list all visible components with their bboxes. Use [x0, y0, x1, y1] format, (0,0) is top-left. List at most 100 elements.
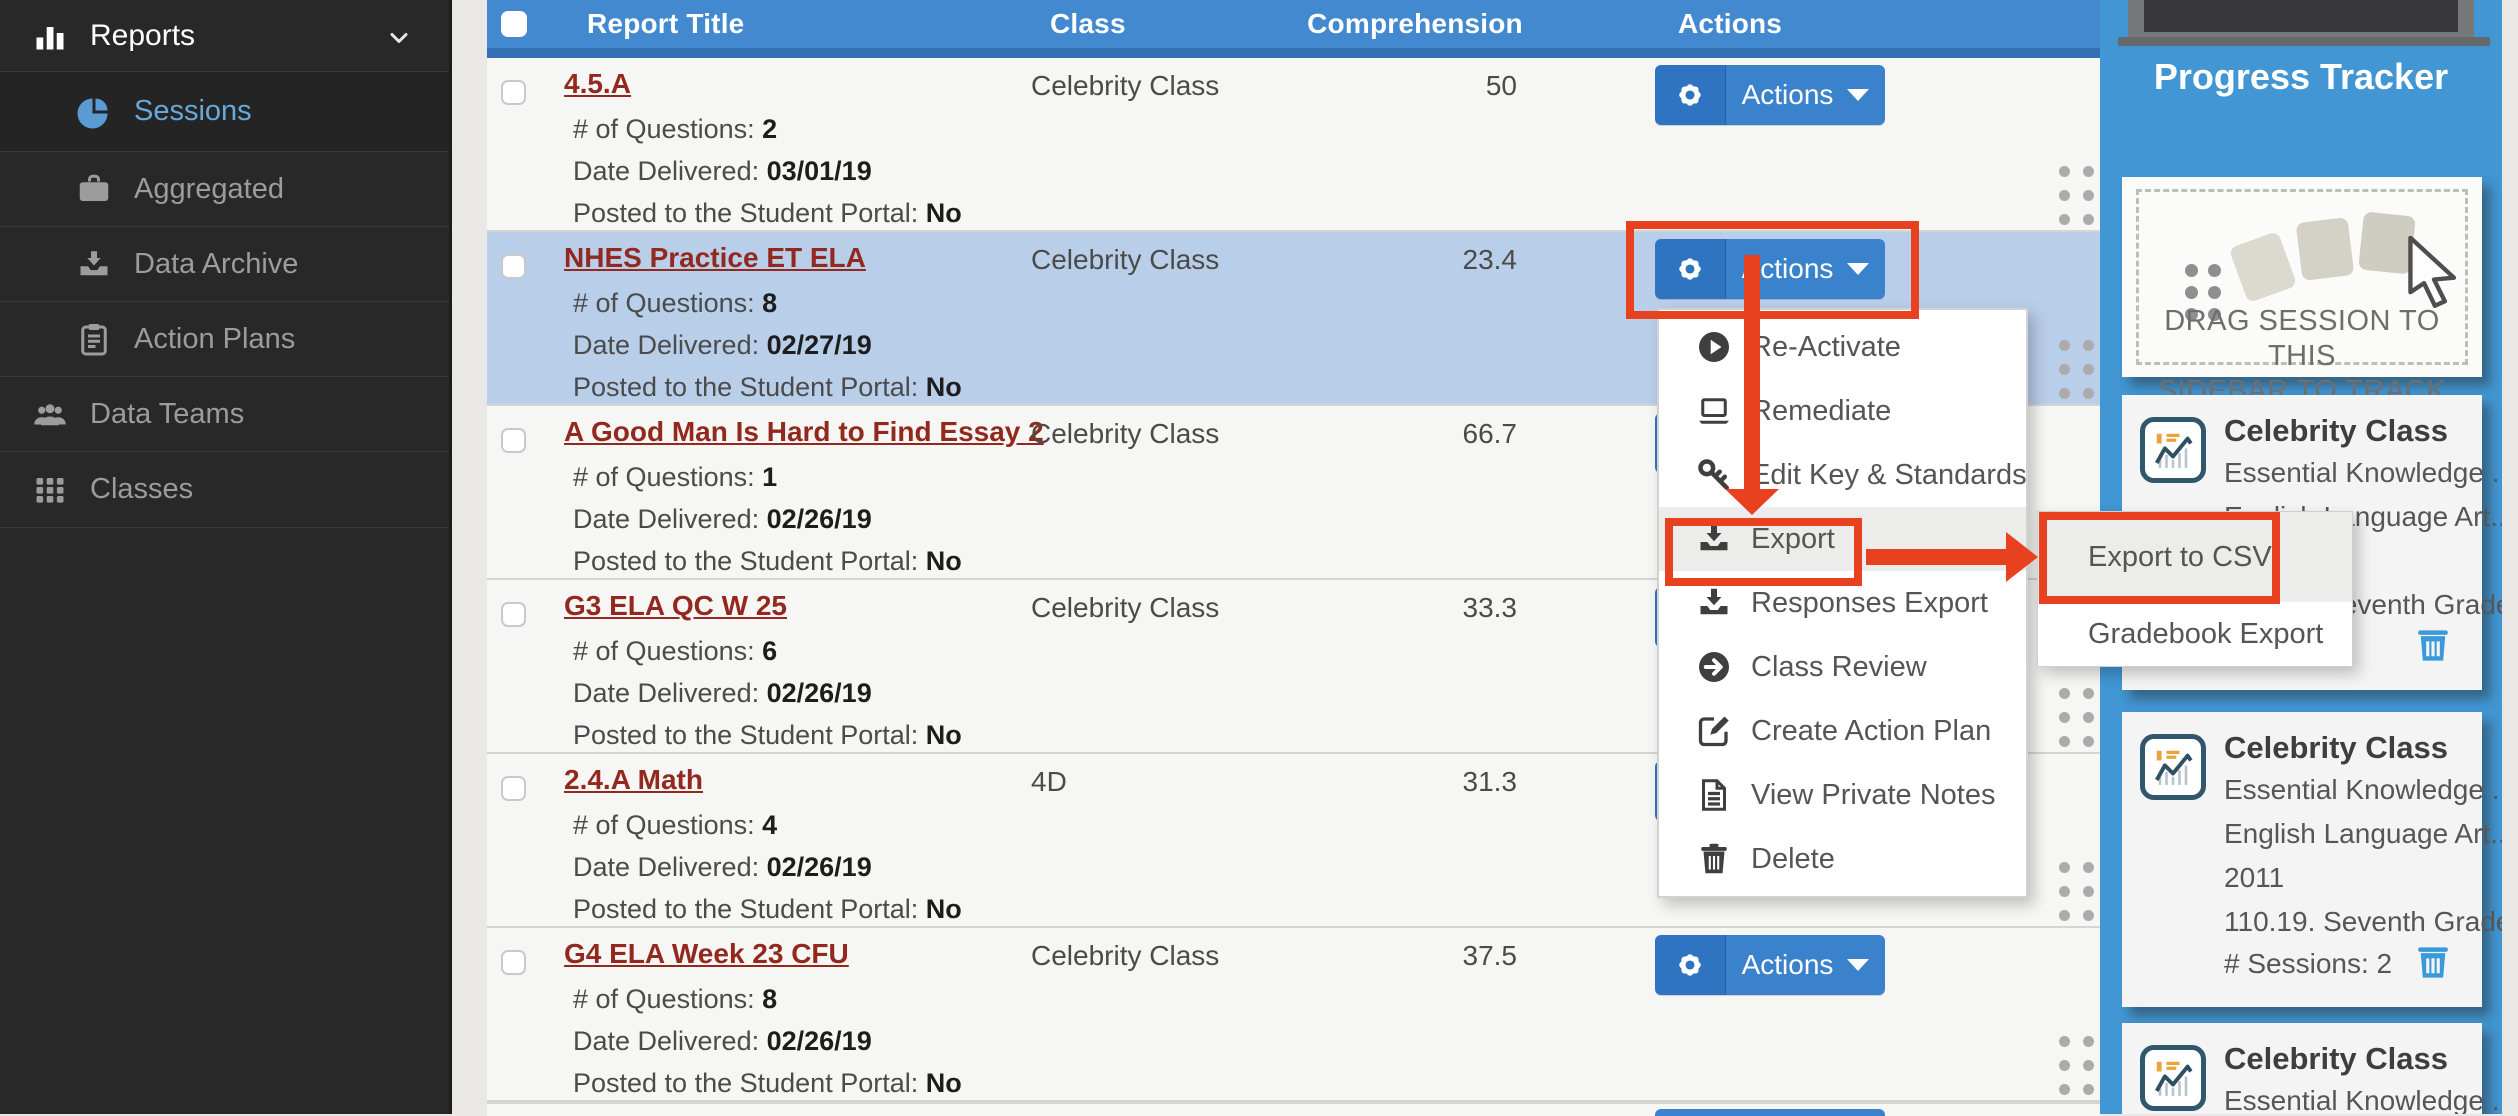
drag-handle-icon[interactable]	[2059, 166, 2094, 225]
menu-item-remediate[interactable]: Remediate	[1659, 379, 2026, 443]
drag-handle-icon[interactable]	[2059, 862, 2094, 921]
class-card-line: 2011	[2224, 862, 2284, 894]
briefcase-icon	[74, 169, 114, 209]
posted-line: Posted to the Student Portal: No	[573, 894, 962, 925]
class-card-line: English Language Art...	[2224, 818, 2502, 850]
table-header: Report Title Class Comprehension Actions	[487, 0, 2100, 58]
sidebar-item-data-archive[interactable]: Data Archive	[0, 227, 449, 302]
sidebar-item-label: Action Plans	[134, 323, 295, 356]
row-checkbox[interactable]	[501, 80, 526, 105]
column-header-actions: Actions	[1678, 8, 1782, 40]
submenu-item-export-to-csv[interactable]: Export to CSV	[2038, 512, 2352, 602]
class-cell: Celebrity Class	[1031, 940, 1219, 972]
report-title-link[interactable]: NHES Practice ET ELA	[564, 242, 866, 274]
drag-handle-icon[interactable]	[2059, 340, 2094, 399]
report-title-link[interactable]: G4 ELA Week 23 CFU	[564, 938, 849, 970]
session-card-ghost	[2229, 231, 2298, 303]
report-title-link[interactable]: G3 ELA QC W 25	[564, 590, 787, 622]
chevron-down-icon	[387, 24, 411, 48]
trash-icon[interactable]	[2412, 620, 2454, 668]
questions-line: # of Questions: 6	[573, 636, 777, 667]
submenu-item-gradebook-export[interactable]: Gradebook Export	[2038, 602, 2352, 666]
actions-button-label: Actions	[1742, 79, 1834, 111]
cursor-icon	[2405, 236, 2463, 308]
caret-down-icon	[1847, 263, 1869, 275]
actions-button[interactable]: Actions	[1655, 65, 1885, 125]
report-title-link[interactable]: A Good Man Is Hard to Find Essay 2	[564, 416, 1044, 448]
menu-item-label: Remediate	[1751, 395, 1891, 428]
sidebar-item-aggregated[interactable]: Aggregated	[0, 152, 449, 227]
date-delivered-line: Date Delivered: 02/27/19	[573, 330, 872, 361]
actions-button-label: Actions	[1742, 253, 1834, 285]
left-sidebar: Reports Sessions Aggregated Data Archive Act…	[0, 0, 452, 1114]
sidebar-item-action-plans[interactable]: Action Plans	[0, 302, 449, 377]
menu-item-view-private-notes[interactable]: View Private Notes	[1659, 763, 2026, 827]
trash-icon[interactable]	[2412, 937, 2454, 985]
menu-item-create-action-plan[interactable]: Create Action Plan	[1659, 699, 2026, 763]
actions-button-label: Actions	[1742, 949, 1834, 981]
class-cell: 4D	[1031, 766, 1067, 798]
class-chart-icon	[2140, 734, 2206, 800]
row-checkbox[interactable]	[501, 254, 526, 279]
row-checkbox[interactable]	[501, 602, 526, 627]
menu-item-re-activate[interactable]: Re-Activate	[1659, 315, 2026, 379]
class-card-line: Essential Knowledge ...	[2224, 457, 2502, 489]
questions-line: # of Questions: 8	[573, 288, 777, 319]
export-submenu: Export to CSV Gradebook Export	[2037, 511, 2353, 667]
report-title-link[interactable]: 4.5.A	[564, 68, 631, 100]
sidebar-item-label: Aggregated	[134, 173, 284, 206]
actions-button[interactable]	[1655, 1109, 1885, 1116]
play-circle-icon	[1695, 328, 1733, 366]
questions-line: # of Questions: 8	[573, 984, 777, 1015]
actions-button[interactable]: Actions	[1655, 239, 1885, 299]
class-card-title: Celebrity Class	[2224, 413, 2448, 449]
menu-item-export[interactable]: Export	[1659, 507, 2026, 571]
comprehension-cell: 23.4	[1317, 244, 1517, 276]
class-cell: Celebrity Class	[1031, 70, 1219, 102]
panel-title: Progress Tracker	[2100, 56, 2502, 98]
class-card-title: Celebrity Class	[2224, 1041, 2448, 1077]
tracked-class-card: Celebrity ClassEssential Knowledge ...	[2122, 1023, 2482, 1114]
row-checkbox[interactable]	[501, 776, 526, 801]
bar-chart-icon	[30, 16, 70, 56]
menu-item-label: Export	[1751, 523, 1835, 556]
sidebar-item-classes[interactable]: Classes	[0, 452, 449, 528]
report-title-link[interactable]: 2.4.A Math	[564, 764, 703, 796]
file-text-icon	[1695, 776, 1733, 814]
trash-icon	[1695, 840, 1733, 878]
dashed-drop-target: DRAG SESSION TO THIS SIDEBAR TO TRACK	[2136, 189, 2468, 365]
column-header-report-title: Report Title	[587, 8, 744, 40]
date-delivered-line: Date Delivered: 02/26/19	[573, 1026, 872, 1057]
download-icon	[1695, 520, 1733, 558]
menu-item-responses-export[interactable]: Responses Export	[1659, 571, 2026, 635]
pie-chart-icon	[74, 92, 114, 132]
posted-line: Posted to the Student Portal: No	[573, 1068, 962, 1099]
actions-button[interactable]: Actions	[1655, 935, 1885, 995]
menu-item-label: Create Action Plan	[1751, 715, 1991, 748]
select-all-checkbox[interactable]	[501, 11, 527, 37]
drag-drop-zone[interactable]: DRAG SESSION TO THIS SIDEBAR TO TRACK	[2122, 177, 2482, 377]
menu-item-edit-key-standards[interactable]: Edit Key & Standards	[1659, 443, 2026, 507]
submenu-item-label: Export to CSV	[2088, 541, 2272, 574]
comprehension-cell: 33.3	[1317, 592, 1517, 624]
sidebar-item-label: Sessions	[134, 95, 252, 128]
archive-download-icon	[74, 244, 114, 284]
menu-item-delete[interactable]: Delete	[1659, 827, 2026, 891]
download-icon	[1695, 584, 1733, 622]
gear-icon[interactable]	[1655, 239, 1726, 299]
sidebar-item-data-teams[interactable]: Data Teams	[0, 377, 449, 452]
drag-handle-icon[interactable]	[2059, 1036, 2094, 1095]
row-checkbox[interactable]	[501, 950, 526, 975]
table-row: G4 ELA Week 23 CFU # of Questions: 8 Date …	[487, 928, 2100, 1102]
drag-handle-icon[interactable]	[2059, 688, 2094, 747]
sidebar-item-reports[interactable]: Reports	[0, 0, 449, 72]
sidebar-item-label: Classes	[90, 473, 193, 506]
sidebar-item-sessions[interactable]: Sessions	[0, 72, 449, 152]
posted-line: Posted to the Student Portal: No	[573, 720, 962, 751]
menu-item-class-review[interactable]: Class Review	[1659, 635, 2026, 699]
gear-icon[interactable]	[1655, 935, 1726, 995]
gear-icon[interactable]	[1655, 65, 1726, 125]
questions-line: # of Questions: 4	[573, 810, 777, 841]
posted-line: Posted to the Student Portal: No	[573, 372, 962, 403]
row-checkbox[interactable]	[501, 428, 526, 453]
